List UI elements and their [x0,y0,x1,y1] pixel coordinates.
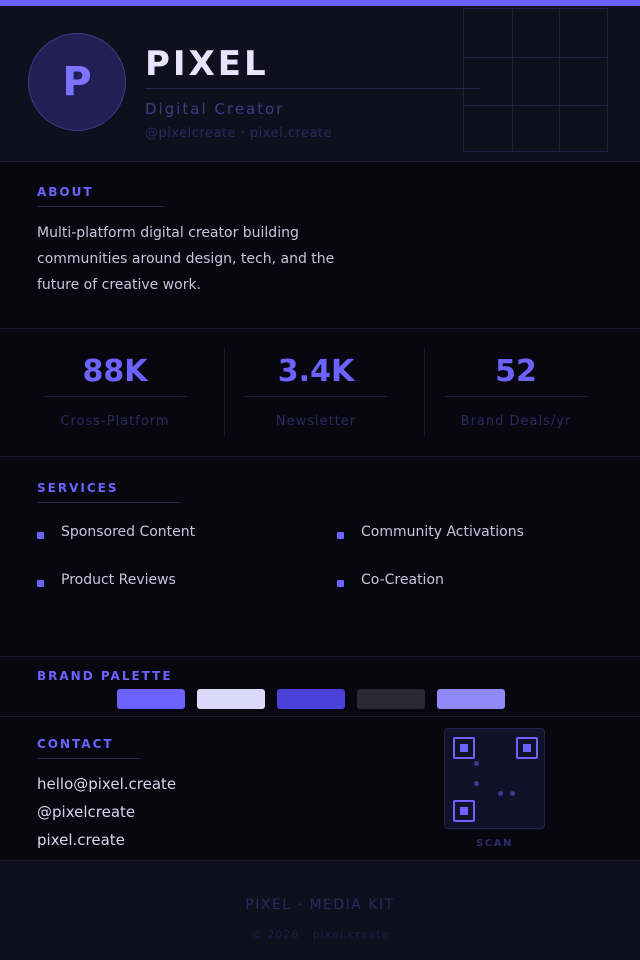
section-divider [0,716,640,717]
qr-finder [453,737,475,759]
qr-finder [453,800,475,822]
bullet-icon [37,579,44,587]
about-text: Multi-platform digital creator building … [37,225,335,293]
name-divider [145,88,480,89]
stat-label: Brand Deals/yr [460,414,572,429]
stat-newsletter: 3.4K Newsletter [216,330,416,456]
service-item: Community Activations [337,522,524,542]
grid-decoration [463,8,608,152]
service-item: Sponsored Content [37,522,195,542]
contact-email[interactable]: hello@pixel.create [37,775,176,793]
section-divider [0,656,640,657]
services-label: SERVICES [37,481,119,495]
stat-brand-deals: 52 Brand Deals/yr [416,330,616,456]
avatar: P [28,33,126,131]
contact-label: CONTACT [37,737,114,751]
stat-cross-platform: 88K Cross-Platform [15,330,215,456]
service-label: Co-Creation [361,572,444,588]
contact-label-rule [37,758,140,759]
contact-handle[interactable]: @pixelcreate [37,803,135,821]
services-label-rule [37,502,180,503]
qr-module [474,761,479,766]
qr-code[interactable] [444,728,545,829]
stat-value: 88K [82,354,148,389]
stats-row: 88K Cross-Platform 3.4K Newsletter 52 Br… [0,330,640,456]
about-label-rule [37,206,164,207]
palette-swatch-1 [117,689,185,709]
palette-swatch-4 [357,689,425,709]
avatar-letter: P [62,59,92,105]
stat-rule [44,396,187,397]
creator-name: PIXEL [145,44,269,84]
creator-handles: @pixelcreate · pixel.create [145,126,333,141]
qr-module [498,791,503,796]
stat-label: Cross-Platform [60,414,170,429]
palette-swatch-2 [197,689,265,709]
palette-swatch-3 [277,689,345,709]
service-item: Product Reviews [37,570,176,590]
bullet-icon [37,531,44,539]
qr-module [474,781,479,786]
creator-role: Digital Creator [145,100,285,118]
qr-finder [516,737,538,759]
stat-rule [445,396,588,397]
stat-rule [244,396,387,397]
about-label: ABOUT [37,185,94,199]
palette-swatch-5 [437,689,505,709]
stat-label: Newsletter [275,414,357,429]
contact-website[interactable]: pixel.create [37,831,125,849]
footer-title: PIXEL · MEDIA KIT [245,897,395,913]
stat-value: 3.4K [277,354,355,389]
footer-copyright: © 2026 · pixel.create [250,928,390,941]
bullet-icon [337,531,344,539]
service-label: Sponsored Content [61,524,196,540]
stat-value: 52 [495,354,537,389]
service-item: Co-Creation [337,570,444,590]
section-divider [0,456,640,457]
qr-label: SCAN [476,838,513,849]
service-label: Community Activations [361,524,524,540]
service-label: Product Reviews [61,572,176,588]
section-divider [0,328,640,329]
header-panel: P PIXEL Digital Creator @pixelcreate · p… [0,6,640,162]
qr-module [510,791,515,796]
palette-label: BRAND PALETTE [37,669,173,683]
footer: PIXEL · MEDIA KIT © 2026 · pixel.create [0,860,640,960]
bullet-icon [337,579,344,587]
